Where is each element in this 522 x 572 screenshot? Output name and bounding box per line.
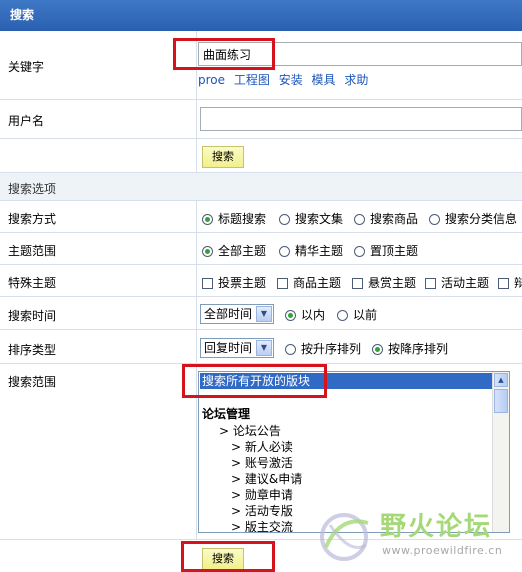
scroll-thumb[interactable]: [494, 389, 508, 413]
listbox-item[interactable]: > 建议&申请: [231, 470, 302, 487]
checkbox-icon: [202, 278, 213, 289]
search-mode-option-title[interactable]: 标题搜索: [202, 210, 266, 227]
listbox-item[interactable]: > 新人必读: [231, 438, 293, 455]
radio-icon: [337, 310, 348, 321]
radio-icon: [285, 344, 296, 355]
listbox-item[interactable]: > 论坛公告: [219, 422, 281, 439]
search-time-option-before[interactable]: 以前: [337, 306, 377, 323]
search-time-label: 搜索时间: [8, 309, 57, 323]
scroll-up-icon[interactable]: ▲: [494, 373, 508, 387]
options-section-header: 搜索选项: [0, 173, 522, 201]
radio-icon: [285, 310, 296, 321]
keyword-label: 关键字: [8, 60, 45, 74]
search-time-value: 全部时间: [204, 307, 253, 321]
panel-title: 搜索: [10, 8, 35, 22]
search-mode-label: 搜索方式: [8, 212, 57, 226]
search-button-top[interactable]: 搜索: [202, 146, 244, 168]
checkbox-icon: [352, 278, 363, 289]
sort-type-select[interactable]: 回复时间 ▼: [200, 338, 274, 358]
watermark-url: www.proewildfire.cn: [382, 544, 503, 557]
panel-header: 搜索: [0, 0, 522, 31]
sort-type-option-desc[interactable]: 按降序排列: [372, 340, 448, 357]
search-time-option-within[interactable]: 以内: [285, 306, 325, 323]
radio-icon: [202, 246, 213, 257]
radio-icon: [202, 214, 213, 225]
suggestion-link[interactable]: proe: [198, 73, 225, 87]
listbox-item[interactable]: > 账号激活: [231, 454, 293, 471]
topic-scope-label: 主题范围: [8, 244, 57, 258]
special-topic-option-activity[interactable]: 活动主题: [425, 274, 489, 291]
search-button-bottom[interactable]: 搜索: [202, 548, 244, 570]
special-topic-option-debate[interactable]: 辩: [498, 274, 522, 291]
special-topic-option-poll[interactable]: 投票主题: [202, 274, 266, 291]
keyword-suggestions: proe 工程图 安装 模具 求助: [198, 71, 373, 88]
checkbox-icon: [425, 278, 436, 289]
suggestion-link[interactable]: 模具: [312, 73, 336, 87]
button-label-cell: [0, 139, 197, 172]
listbox-selected-option[interactable]: 搜索所有开放的版块: [200, 373, 508, 389]
options-section-title: 搜索选项: [8, 182, 57, 196]
suggestion-link[interactable]: 求助: [344, 73, 368, 87]
sort-type-value: 回复时间: [204, 341, 253, 355]
checkbox-icon: [277, 278, 288, 289]
sort-type-label: 排序类型: [8, 343, 57, 357]
radio-icon: [354, 214, 365, 225]
sort-type-option-asc[interactable]: 按升序排列: [285, 340, 361, 357]
topic-scope-option-digest[interactable]: 精华主题: [279, 242, 343, 259]
special-topic-option-reward[interactable]: 悬赏主题: [352, 274, 416, 291]
search-mode-option-product[interactable]: 搜索商品: [354, 210, 418, 227]
chevron-down-icon[interactable]: ▼: [256, 340, 272, 356]
radio-icon: [429, 214, 440, 225]
search-button-row: [0, 139, 522, 173]
watermark-text: 野火论坛: [380, 512, 493, 542]
topic-scope-option-sticky[interactable]: 置顶主题: [354, 242, 418, 259]
watermark-logo-icon: [320, 513, 369, 561]
search-time-select[interactable]: 全部时间 ▼: [200, 304, 274, 324]
listbox-item[interactable]: > 活动专版: [231, 502, 293, 519]
radio-icon: [279, 246, 290, 257]
special-topic-label: 特殊主题: [8, 276, 57, 290]
listbox-group-header: 论坛管理: [202, 407, 251, 421]
radio-icon: [354, 246, 365, 257]
special-topic-option-product[interactable]: 商品主题: [277, 274, 341, 291]
username-label: 用户名: [8, 114, 45, 128]
listbox-scrollbar[interactable]: ▲: [492, 372, 509, 532]
radio-icon: [372, 344, 383, 355]
keyword-input[interactable]: [198, 42, 522, 66]
search-mode-option-category[interactable]: 搜索分类信息: [429, 210, 517, 227]
search-scope-label: 搜索范围: [8, 375, 57, 389]
suggestion-link[interactable]: 安装: [279, 73, 303, 87]
suggestion-link[interactable]: 工程图: [234, 73, 270, 87]
topic-scope-option-all[interactable]: 全部主题: [202, 242, 266, 259]
checkbox-icon: [498, 278, 509, 289]
chevron-down-icon[interactable]: ▼: [256, 306, 272, 322]
search-scope-label-cell: [0, 364, 197, 539]
search-mode-option-collection[interactable]: 搜索文集: [279, 210, 343, 227]
username-input[interactable]: [200, 107, 522, 131]
listbox-item[interactable]: > 版主交流: [231, 518, 293, 532]
radio-icon: [279, 214, 290, 225]
listbox-item[interactable]: > 勋章申请: [231, 486, 293, 503]
